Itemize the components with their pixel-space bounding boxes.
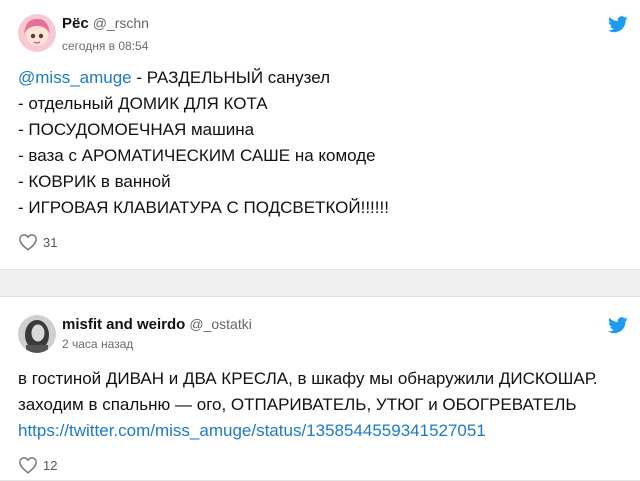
tweet-body: - РАЗДЕЛЬНЫЙ санузел - отдельный ДОМИК Д… [18,68,389,217]
tweet-card: misfit and weirdo @_ostatki 2 часа назад … [0,296,640,481]
author-row: misfit and weirdo @_ostatki [62,316,252,334]
avatar[interactable] [18,14,56,52]
tweet-text: @miss_amuge - РАЗДЕЛЬНЫЙ санузел - отдел… [18,65,622,221]
tweet-body: в гостиной ДИВАН и ДВА КРЕСЛА, в шкафу м… [18,369,598,414]
twitter-bird-icon[interactable] [608,16,628,33]
timestamp[interactable]: 2 часа назад [62,337,133,351]
author-name[interactable]: misfit and weirdo [62,316,185,333]
author-row: Рёс @_rschn [62,15,149,33]
heart-icon [19,457,37,474]
author-name[interactable]: Рёс [62,15,89,32]
like-button[interactable]: 31 [18,233,57,251]
author-handle[interactable]: @_ostatki [189,316,251,332]
avatar[interactable] [18,315,56,353]
mention-link[interactable]: @miss_amuge [18,68,132,87]
like-button[interactable]: 12 [18,456,57,474]
like-count: 12 [43,457,58,473]
tweet-card: Рёс @_rschn сегодня в 08:54 @miss_amuge -… [0,0,640,270]
heart-icon [19,234,37,251]
tweet-text: в гостиной ДИВАН и ДВА КРЕСЛА, в шкафу м… [18,366,622,444]
timestamp[interactable]: сегодня в 08:54 [62,39,148,53]
twitter-bird-icon[interactable] [608,317,628,334]
like-count: 31 [43,234,58,250]
author-handle[interactable]: @_rschn [93,15,149,31]
status-link[interactable]: https://twitter.com/miss_amuge/status/13… [18,421,486,440]
